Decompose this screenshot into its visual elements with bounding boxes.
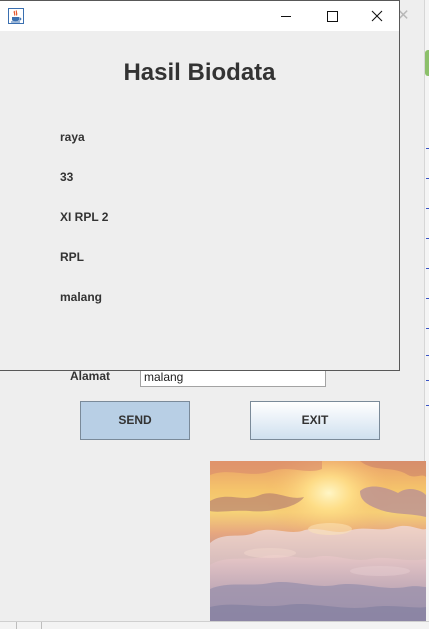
result-address: malang — [60, 290, 103, 304]
background-status-strip — [0, 621, 429, 629]
result-age: 33 — [60, 170, 74, 184]
green-button-edge — [425, 50, 429, 76]
send-button[interactable]: SEND — [80, 401, 190, 440]
dialog-heading: Hasil Biodata — [123, 59, 276, 86]
java-cup-icon[interactable] — [8, 8, 24, 24]
divider — [16, 622, 17, 629]
minimize-icon[interactable] — [263, 1, 309, 31]
result-major: RPL — [60, 250, 84, 264]
maximize-icon[interactable] — [309, 1, 355, 31]
sunset-clouds-image — [210, 461, 426, 621]
app-screen: ✕ Alamat malang SEND EXIT Hasil Biodata … — [0, 0, 429, 629]
result-name: raya — [60, 130, 85, 144]
dialog-titlebar[interactable] — [0, 1, 399, 31]
result-class: XI RPL 2 — [60, 210, 109, 224]
exit-button[interactable]: EXIT — [250, 401, 380, 440]
close-icon[interactable] — [354, 1, 400, 31]
alamat-label: Alamat — [70, 369, 111, 383]
hasil-biodata-dialog: Hasil Biodata raya 33 XI RPL 2 RPL malan… — [0, 0, 400, 371]
divider — [41, 622, 42, 629]
